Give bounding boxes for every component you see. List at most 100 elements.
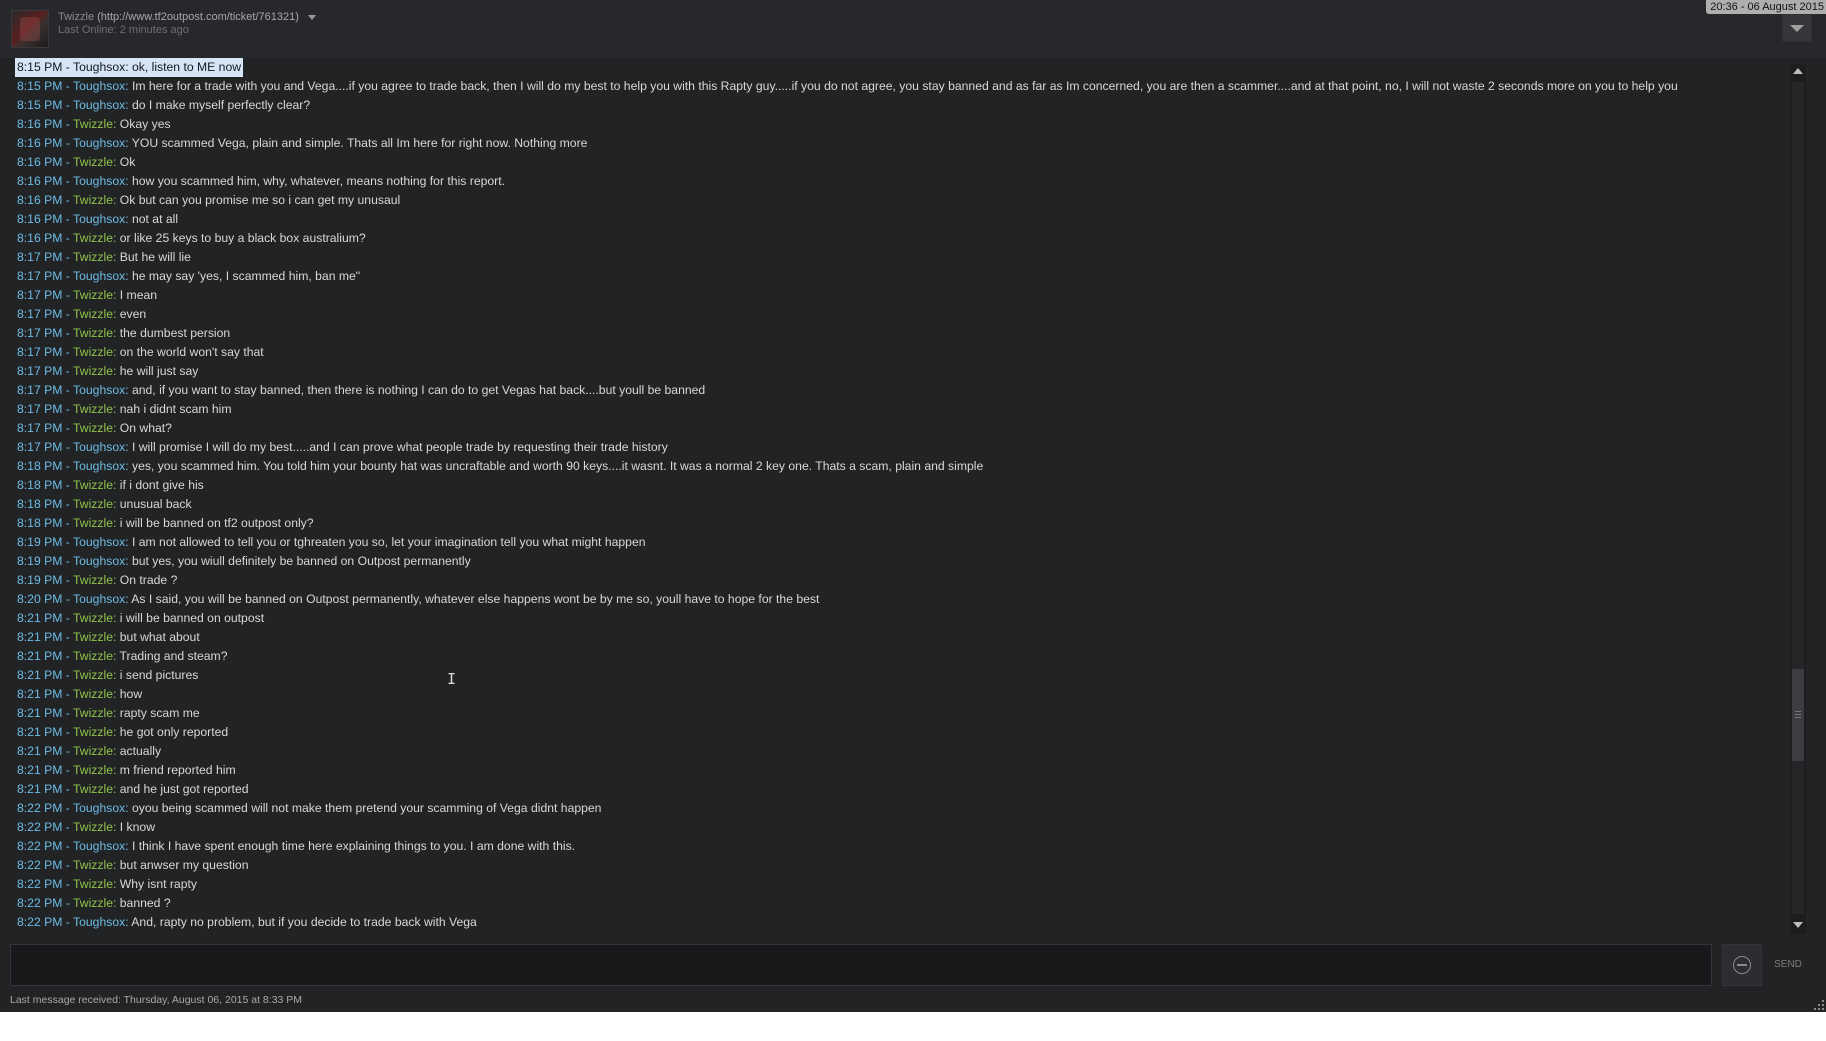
chat-message: 8:22 PM - Toughsox: And, rapty no proble… <box>17 915 477 929</box>
message-sender[interactable]: Toughsox <box>73 79 125 93</box>
message-sender[interactable]: Toughsox <box>73 174 125 188</box>
emoticon-button[interactable] <box>1722 944 1762 986</box>
message-sender[interactable]: Twizzle <box>73 516 113 530</box>
message-sender[interactable]: Toughsox <box>73 98 125 112</box>
message-text: i will be banned on tf2 outpost only? <box>119 516 314 530</box>
message-sender[interactable]: Twizzle <box>73 611 113 625</box>
message-sender[interactable]: Twizzle <box>73 326 113 340</box>
message-sender[interactable]: Toughsox <box>73 801 125 815</box>
message-sender[interactable]: Toughsox <box>73 459 125 473</box>
message-sender[interactable]: Toughsox <box>73 60 125 74</box>
message-sender[interactable]: Toughsox <box>73 554 125 568</box>
message-sender[interactable]: Twizzle <box>73 364 113 378</box>
message-sender[interactable]: Toughsox <box>73 383 125 397</box>
friend-name: Twizzle <box>58 11 95 23</box>
message-timestamp: 8:21 PM <box>17 782 63 796</box>
message-timestamp: 8:16 PM <box>17 117 63 131</box>
dropdown-caret-icon[interactable] <box>307 14 316 20</box>
message-sender[interactable]: Twizzle <box>73 497 113 511</box>
message-timestamp: 8:18 PM <box>17 516 63 530</box>
scroll-thumb[interactable] <box>1792 669 1804 761</box>
message-sender[interactable]: Twizzle <box>73 782 113 796</box>
message-timestamp: 8:17 PM <box>17 307 63 321</box>
chat-message: 8:21 PM - Twizzle: actually <box>17 744 162 758</box>
message-text: And, rapty no problem, but if you decide… <box>131 915 477 929</box>
message-sender[interactable]: Twizzle <box>73 687 113 701</box>
message-text: banned ? <box>119 896 171 910</box>
message-sender[interactable]: Toughsox <box>73 592 125 606</box>
message-timestamp: 8:19 PM <box>17 573 63 587</box>
message-sender[interactable]: Twizzle <box>73 896 113 910</box>
message-timestamp: 8:21 PM <box>17 649 63 663</box>
last-online-status: Last Online: 2 minutes ago <box>58 24 189 36</box>
message-sender[interactable]: Twizzle <box>73 345 113 359</box>
message-sender[interactable]: Twizzle <box>73 820 113 834</box>
message-timestamp: 8:16 PM <box>17 174 63 188</box>
chat-message: 8:16 PM - Toughsox: not at all <box>17 212 179 226</box>
message-input[interactable] <box>10 944 1712 986</box>
message-sender[interactable]: Twizzle <box>73 307 113 321</box>
message-sender[interactable]: Twizzle <box>73 649 113 663</box>
message-sender[interactable]: Twizzle <box>73 402 113 416</box>
chat-message: 8:21 PM - Twizzle: and he just got repor… <box>17 782 249 796</box>
scroll-up-icon[interactable] <box>1793 68 1803 74</box>
message-text: but yes, you wiull definitely be banned … <box>131 554 471 568</box>
message-sender[interactable]: Twizzle <box>73 668 113 682</box>
chat-message: 8:15 PM - Toughsox: Im here for a trade … <box>17 79 1678 93</box>
message-text: On trade ? <box>119 573 178 587</box>
friend-name-dropdown[interactable]: Twizzle (http://www.tf2outpost.com/ticke… <box>58 11 316 23</box>
message-timestamp: 8:16 PM <box>17 212 63 226</box>
message-sender[interactable]: Toughsox <box>73 839 125 853</box>
message-sender[interactable]: Toughsox <box>73 136 125 150</box>
message-text: and, if you want to stay banned, then th… <box>131 383 706 397</box>
message-sender[interactable]: Twizzle <box>73 478 113 492</box>
chat-message: 8:21 PM - Twizzle: he got only reported <box>17 725 229 739</box>
message-sender[interactable]: Twizzle <box>73 763 113 777</box>
message-text: he may say 'yes, I scammed him, ban me" <box>131 269 361 283</box>
message-timestamp: 8:17 PM <box>17 364 63 378</box>
message-sender[interactable]: Toughsox <box>73 915 125 929</box>
scroll-down-icon[interactable] <box>1793 922 1803 928</box>
message-sender[interactable]: Twizzle <box>73 858 113 872</box>
message-sender[interactable]: Twizzle <box>73 630 113 644</box>
message-timestamp: 8:15 PM <box>17 60 63 74</box>
message-sender[interactable]: Twizzle <box>73 421 113 435</box>
message-text: YOU scammed Vega, plain and simple. That… <box>131 136 588 150</box>
scroll-track[interactable] <box>1792 82 1804 914</box>
message-sender[interactable]: Twizzle <box>73 706 113 720</box>
message-sender[interactable]: Twizzle <box>73 744 113 758</box>
message-sender[interactable]: Toughsox <box>73 212 125 226</box>
message-timestamp: 8:16 PM <box>17 155 63 169</box>
message-text: But he will lie <box>119 250 191 264</box>
message-input-area: SEND <box>0 938 1826 990</box>
chat-message: 8:15 PM - Toughsox: do I make myself per… <box>17 98 311 112</box>
chat-menu-button[interactable] <box>1782 14 1812 42</box>
message-sender[interactable]: Twizzle <box>73 193 113 207</box>
message-sender[interactable]: Toughsox <box>73 269 125 283</box>
message-timestamp: 8:20 PM <box>17 592 63 606</box>
send-button[interactable]: SEND <box>1766 944 1810 984</box>
message-sender[interactable]: Twizzle <box>73 231 113 245</box>
message-sender[interactable]: Twizzle <box>73 573 113 587</box>
message-timestamp: 8:22 PM <box>17 801 63 815</box>
message-sender[interactable]: Twizzle <box>73 877 113 891</box>
message-text: the dumbest persion <box>119 326 231 340</box>
chat-message: 8:17 PM - Twizzle: But he will lie <box>17 250 191 264</box>
message-timestamp: 8:21 PM <box>17 611 63 625</box>
message-sender[interactable]: Twizzle <box>73 288 113 302</box>
message-sender[interactable]: Toughsox <box>73 535 125 549</box>
chat-log[interactable]: 8:15 PM - Toughsox: ok, listen to ME now… <box>0 58 1790 938</box>
message-text: how you scammed him, why, whatever, mean… <box>131 174 505 188</box>
message-sender[interactable]: Twizzle <box>73 117 113 131</box>
message-sender[interactable]: Twizzle <box>73 725 113 739</box>
message-sender[interactable]: Toughsox <box>73 440 125 454</box>
message-sender[interactable]: Twizzle <box>73 250 113 264</box>
message-text: he will just say <box>119 364 199 378</box>
chat-message: 8:18 PM - Twizzle: if i dont give his <box>17 478 204 492</box>
resize-grip-icon[interactable] <box>1814 1000 1824 1010</box>
scrollbar[interactable] <box>1790 64 1806 934</box>
message-sender[interactable]: Twizzle <box>73 155 113 169</box>
message-timestamp: 8:21 PM <box>17 744 63 758</box>
avatar[interactable] <box>11 10 49 48</box>
message-text: Ok but can you promise me so i can get m… <box>119 193 401 207</box>
